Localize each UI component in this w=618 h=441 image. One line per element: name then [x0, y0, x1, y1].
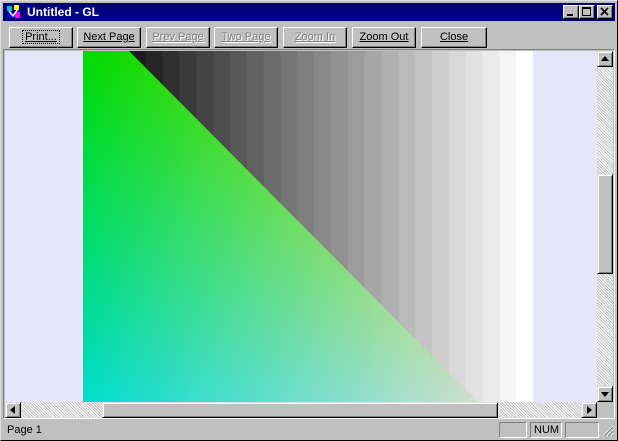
vertical-scroll-thumb[interactable]	[597, 174, 613, 274]
zoom-in-button[interactable]: Zoom In	[283, 27, 347, 48]
scroll-up-button[interactable]	[597, 51, 613, 67]
horizontal-scrollbar[interactable]	[5, 402, 597, 418]
scroll-left-button[interactable]	[5, 402, 21, 418]
minimize-button[interactable]	[563, 5, 579, 19]
close-window-button[interactable]	[597, 5, 613, 19]
scrollbar-corner	[597, 402, 613, 418]
preview-client-area	[3, 49, 615, 419]
gray-ramp-step	[499, 51, 517, 402]
print-button[interactable]: Print...	[9, 27, 73, 48]
scroll-down-button[interactable]	[597, 386, 613, 402]
preview-page[interactable]	[83, 51, 533, 402]
arrow-left-icon	[10, 406, 15, 414]
preview-toolbar: Print... Next Page Prev Page Two Page Zo…	[3, 23, 615, 49]
vertical-scrollbar[interactable]	[597, 51, 613, 402]
gray-ramp-step	[448, 51, 467, 402]
status-indicator-num: NUM	[530, 422, 562, 438]
status-bar: Page 1 NUM	[3, 421, 615, 439]
page-graphics	[83, 51, 533, 402]
next-page-button[interactable]: Next Page	[77, 27, 141, 48]
scroll-right-button[interactable]	[581, 402, 597, 418]
two-page-button[interactable]: Two Page	[214, 27, 278, 48]
gl-app-icon[interactable]	[6, 4, 22, 20]
title-bar[interactable]: Untitled - GL	[3, 3, 615, 21]
arrow-right-icon	[587, 406, 592, 414]
preview-background[interactable]	[5, 51, 597, 402]
gray-ramp-step	[465, 51, 484, 402]
status-indicator-scroll	[565, 422, 599, 438]
print-preview-window: Untitled - GL Print... Next Page Prev Pa…	[0, 0, 618, 441]
arrow-down-icon	[601, 392, 609, 397]
window-title: Untitled - GL	[27, 5, 99, 19]
gray-ramp-step	[516, 51, 533, 402]
prev-page-button[interactable]: Prev Page	[146, 27, 210, 48]
maximize-button[interactable]	[579, 5, 595, 19]
resize-grip-icon[interactable]	[601, 424, 614, 437]
horizontal-scroll-thumb[interactable]	[102, 402, 498, 418]
close-preview-button[interactable]: Close	[421, 27, 487, 48]
arrow-up-icon	[601, 56, 609, 61]
close-icon	[600, 7, 609, 16]
maximize-icon	[582, 7, 591, 16]
gray-ramp-step	[482, 51, 500, 402]
status-indicator-caps	[499, 422, 527, 438]
status-message: Page 1	[7, 424, 42, 436]
minimize-icon	[567, 14, 573, 16]
gray-ramp-step	[432, 51, 450, 402]
zoom-out-button[interactable]: Zoom Out	[352, 27, 416, 48]
